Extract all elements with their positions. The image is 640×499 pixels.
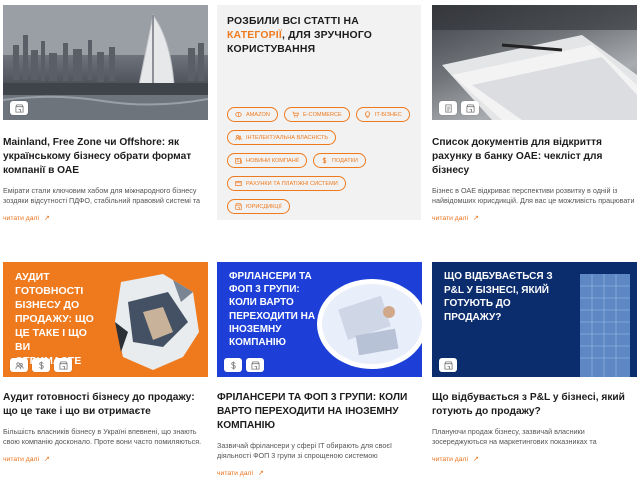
dollar-icon	[321, 157, 328, 164]
article-excerpt: Більшість власників бізнесу в Україні вп…	[3, 427, 202, 446]
article-title[interactable]: Список документів для відкриття рахунку …	[432, 136, 637, 178]
category-chip-jurisdictions[interactable]: ЮРИСДИКЦІЇ	[227, 199, 290, 214]
article-excerpt: Бізнес в ОАЕ відкриває перспективи розви…	[432, 186, 635, 205]
arrow-up-right-icon: ↗	[258, 470, 264, 477]
categories-panel: Розбили всі статті на категорії, для зру…	[217, 5, 421, 220]
article-thumbnail[interactable]: Фрілансери та ФОП 3 групи: коли варто пе…	[217, 262, 422, 377]
article-thumbnail[interactable]: Що відбувається з P&L у бізнесі, який го…	[432, 262, 637, 377]
arrow-up-right-icon: ↗	[473, 215, 479, 222]
article-tags	[10, 101, 28, 115]
category-chip-accounts-payments[interactable]: РАХУНКИ ТА ПЛАТІЖНІ СИСТЕМИ	[227, 176, 346, 191]
arrow-up-right-icon: ↗	[44, 456, 50, 463]
building-icon[interactable]	[461, 101, 479, 115]
read-more-link[interactable]: читати далі ↗	[432, 455, 637, 464]
category-chip-taxes[interactable]: ПОДАТКИ	[312, 153, 366, 168]
building-icon	[235, 203, 242, 210]
category-chip-amazon[interactable]: AMAZON	[227, 107, 278, 122]
categories-title: Розбили всі статті на категорії, для зру…	[227, 16, 373, 55]
read-more-label: читати далі	[3, 455, 40, 463]
building-icon[interactable]	[246, 358, 264, 372]
read-more-label: читати далі	[217, 469, 254, 477]
article-tags	[10, 358, 72, 372]
users-icon	[235, 134, 242, 141]
read-more-label: читати далі	[432, 455, 469, 463]
article-thumbnail[interactable]	[3, 5, 208, 120]
article-tags	[224, 358, 264, 372]
article-title[interactable]: Аудит готовності бізнесу до продажу: що …	[3, 391, 208, 419]
building-icon[interactable]	[10, 101, 28, 115]
category-chip-ecommerce[interactable]: E-COMMERCE	[283, 107, 350, 122]
building-icon[interactable]	[439, 358, 457, 372]
bulb-icon	[364, 111, 371, 118]
article-card[interactable]: Список документів для відкриття рахунку …	[432, 5, 637, 222]
article-thumbnail[interactable]	[432, 5, 637, 120]
article-title[interactable]: Mainland, Free Zone чи Offshore: як укра…	[3, 136, 208, 178]
article-title[interactable]: Що відбувається з P&L у бізнесі, який го…	[432, 391, 637, 419]
office-building-image	[580, 274, 630, 377]
arrow-up-right-icon: ↗	[473, 456, 479, 463]
dollar-icon[interactable]	[32, 358, 50, 372]
article-card[interactable]: Mainland, Free Zone чи Offshore: як укра…	[3, 5, 208, 222]
cart-icon	[292, 111, 299, 118]
category-chip-company-news[interactable]: НОВИНИ КОМПАНІЇ	[227, 153, 307, 168]
article-excerpt: Емірати стали ключовим хабом для міжнаро…	[3, 186, 201, 205]
read-more-label: читати далі	[432, 214, 469, 222]
category-chip-it-business[interactable]: IT-БІЗНЕС	[355, 107, 410, 122]
article-card[interactable]: Фрілансери та ФОП 3 групи: коли варто пе…	[217, 262, 422, 477]
read-more-link[interactable]: читати далі ↗	[3, 214, 208, 223]
users-icon[interactable]	[10, 358, 28, 372]
read-more-link[interactable]: читати далі ↗	[217, 469, 422, 478]
article-thumbnail[interactable]: Аудит готовності бізнесу до продажу: що …	[3, 262, 208, 377]
article-tags	[439, 101, 479, 115]
dubai-skyline-image	[3, 5, 208, 120]
coin-icon	[235, 111, 242, 118]
article-excerpt: Плануючи продаж бізнесу, зазвичай власни…	[432, 427, 597, 446]
news-icon[interactable]	[439, 101, 457, 115]
read-more-link[interactable]: читати далі ↗	[3, 455, 208, 464]
article-card[interactable]: Аудит готовності бізнесу до продажу: що …	[3, 262, 208, 463]
category-chip-intellectual-property[interactable]: ІНТЕЛЕКТУАЛЬНА ВЛАСНІСТЬ	[227, 130, 337, 145]
read-more-label: читати далі	[3, 214, 40, 222]
read-more-link[interactable]: читати далі ↗	[432, 214, 637, 223]
dollar-icon[interactable]	[224, 358, 242, 372]
card-icon	[235, 180, 242, 187]
article-card[interactable]: Що відбувається з P&L у бізнесі, який го…	[432, 262, 637, 463]
category-chips: AMAZON E-COMMERCE IT-БІЗНЕС ІНТЕЛЕКТУАЛЬ…	[227, 107, 411, 214]
building-icon[interactable]	[54, 358, 72, 372]
article-excerpt: Зазвичай фрілансери у сфері IT обирають …	[217, 441, 393, 460]
arrow-up-right-icon: ↗	[44, 215, 50, 222]
article-title[interactable]: ФРІЛАНСЕРИ ТА ФОП 3 ГРУПИ: КОЛИ ВАРТО ПЕ…	[217, 391, 422, 433]
news-icon	[235, 157, 242, 164]
article-tags	[439, 358, 457, 372]
